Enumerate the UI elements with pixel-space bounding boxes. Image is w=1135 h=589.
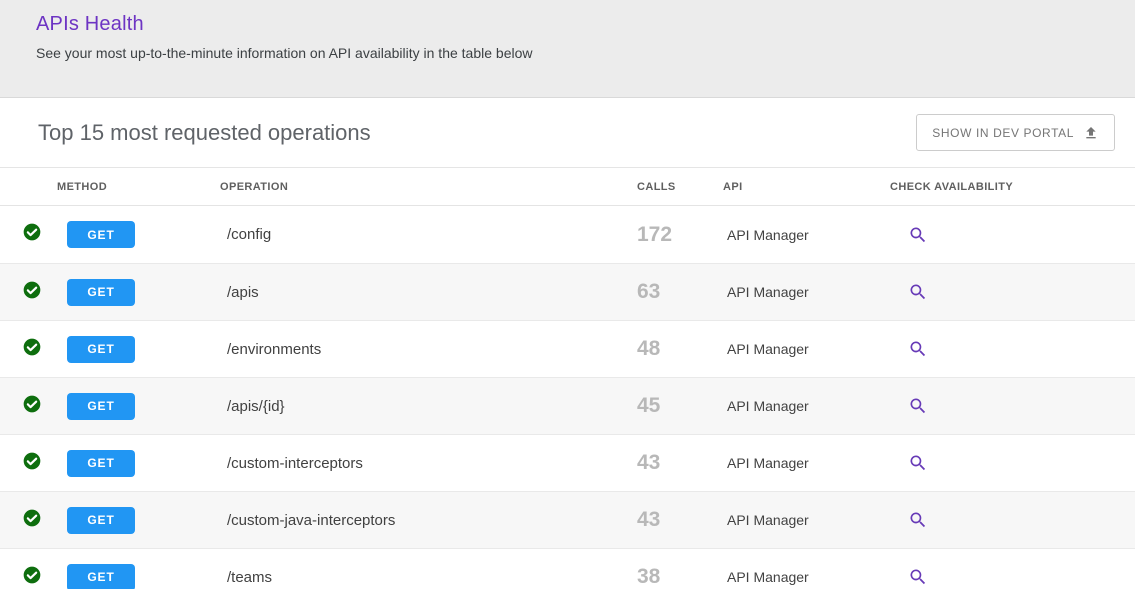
check-availability-cell (890, 225, 1135, 245)
api-cell: API Manager (723, 227, 890, 243)
check-circle-icon (22, 394, 42, 419)
portal-button-label: SHOW IN DEV PORTAL (932, 126, 1074, 140)
calls-cell: 63 (637, 280, 723, 304)
method-badge: GET (67, 336, 135, 363)
status-cell (0, 451, 57, 476)
section-header: Top 15 most requested operations SHOW IN… (0, 98, 1135, 168)
api-cell: API Manager (723, 512, 890, 528)
table-row: GET /config 172 API Manager (0, 206, 1135, 263)
section-title: Top 15 most requested operations (38, 120, 371, 146)
check-circle-icon (22, 508, 42, 533)
calls-cell: 43 (637, 451, 723, 475)
check-circle-icon (22, 451, 42, 476)
method-cell: GET (57, 221, 220, 248)
column-header-operation: OPERATION (220, 181, 637, 193)
method-cell: GET (57, 279, 220, 306)
calls-cell: 48 (637, 337, 723, 361)
status-cell (0, 394, 57, 419)
operation-cell: /custom-java-interceptors (220, 512, 637, 529)
check-circle-icon (22, 222, 42, 247)
search-icon[interactable] (908, 567, 928, 587)
method-cell: GET (57, 336, 220, 363)
search-icon[interactable] (908, 282, 928, 302)
status-cell (0, 565, 57, 589)
method-badge: GET (67, 279, 135, 306)
method-badge: GET (67, 507, 135, 534)
operation-cell: /apis/{id} (220, 398, 637, 415)
table-row: GET /teams 38 API Manager (0, 548, 1135, 589)
column-header-method: METHOD (57, 181, 220, 193)
table-row: GET /apis/{id} 45 API Manager (0, 377, 1135, 434)
check-circle-icon (22, 280, 42, 305)
operation-cell: /custom-interceptors (220, 455, 637, 472)
method-badge: GET (67, 221, 135, 248)
column-header-calls: CALLS (637, 181, 723, 193)
api-cell: API Manager (723, 569, 890, 585)
check-circle-icon (22, 565, 42, 589)
api-cell: API Manager (723, 455, 890, 471)
status-cell (0, 337, 57, 362)
show-in-dev-portal-button[interactable]: SHOW IN DEV PORTAL (916, 114, 1115, 151)
method-badge: GET (67, 564, 135, 589)
method-cell: GET (57, 507, 220, 534)
check-availability-cell (890, 396, 1135, 416)
search-icon[interactable] (908, 225, 928, 245)
method-badge: GET (67, 393, 135, 420)
search-icon[interactable] (908, 339, 928, 359)
calls-cell: 38 (637, 565, 723, 589)
check-availability-cell (890, 510, 1135, 530)
table-header-row: METHOD OPERATION CALLS API CHECK AVAILAB… (0, 168, 1135, 206)
check-availability-cell (890, 567, 1135, 587)
page-subtitle: See your most up-to-the-minute informati… (36, 45, 1099, 61)
page-header: APIs Health See your most up-to-the-minu… (0, 0, 1135, 98)
api-cell: API Manager (723, 341, 890, 357)
calls-cell: 45 (637, 394, 723, 418)
method-cell: GET (57, 450, 220, 477)
api-cell: API Manager (723, 398, 890, 414)
status-cell (0, 280, 57, 305)
page-title: APIs Health (36, 13, 1099, 36)
search-icon[interactable] (908, 396, 928, 416)
operation-cell: /config (220, 226, 637, 243)
check-availability-cell (890, 339, 1135, 359)
upload-icon (1083, 125, 1099, 141)
table-row: GET /custom-interceptors 43 API Manager (0, 434, 1135, 491)
calls-cell: 43 (637, 508, 723, 532)
method-cell: GET (57, 564, 220, 589)
search-icon[interactable] (908, 510, 928, 530)
column-header-check-availability: CHECK AVAILABILITY (890, 181, 1135, 193)
calls-cell: 172 (637, 223, 723, 247)
search-icon[interactable] (908, 453, 928, 473)
table-row: GET /apis 63 API Manager (0, 263, 1135, 320)
table-body: GET /config 172 API Manager GET /apis 6 (0, 206, 1135, 589)
check-circle-icon (22, 337, 42, 362)
status-cell (0, 508, 57, 533)
check-availability-cell (890, 282, 1135, 302)
method-cell: GET (57, 393, 220, 420)
operation-cell: /teams (220, 569, 637, 586)
operation-cell: /environments (220, 341, 637, 358)
api-cell: API Manager (723, 284, 890, 300)
operation-cell: /apis (220, 284, 637, 301)
check-availability-cell (890, 453, 1135, 473)
column-header-api: API (723, 181, 890, 193)
status-cell (0, 222, 57, 247)
table-row: GET /custom-java-interceptors 43 API Man… (0, 491, 1135, 548)
table-row: GET /environments 48 API Manager (0, 320, 1135, 377)
apis-health-page: APIs Health See your most up-to-the-minu… (0, 0, 1135, 589)
method-badge: GET (67, 450, 135, 477)
